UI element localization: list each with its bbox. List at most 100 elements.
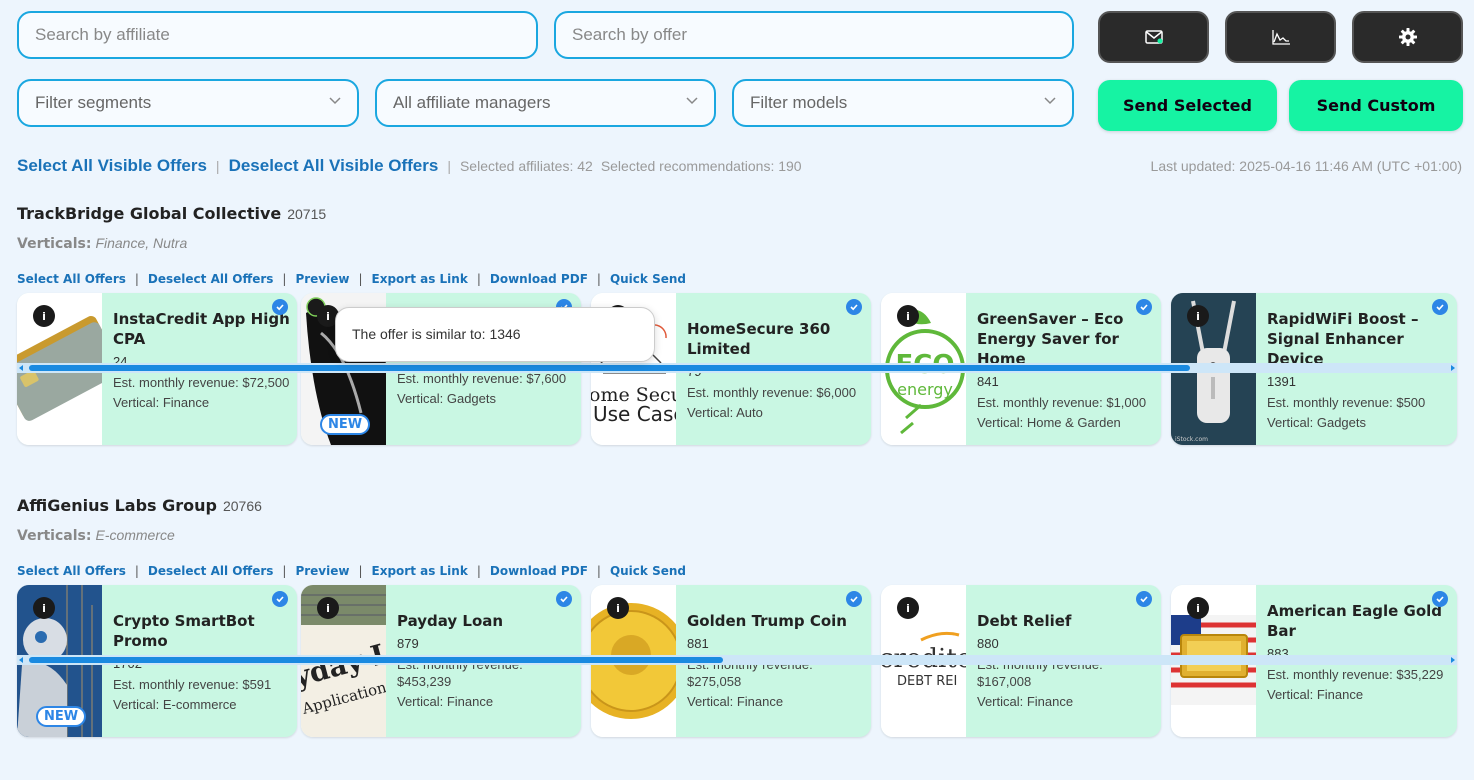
affiliate-verticals: Verticals: Finance, Nutra: [17, 235, 187, 252]
affiliate-id: 20715: [287, 206, 327, 222]
offer-title: Payday Loan: [397, 612, 504, 630]
email-button[interactable]: [1098, 11, 1209, 63]
affiliate-name: AffiGenius Labs Group 20766: [17, 496, 1457, 515]
divider: |: [282, 564, 287, 578]
divider: |: [215, 158, 220, 174]
verticals-value: E-commerce: [95, 527, 175, 543]
offer-checkbox[interactable]: [846, 299, 862, 315]
select-all-offers-link[interactable]: Select All Offers: [17, 564, 126, 578]
settings-button[interactable]: [1352, 11, 1463, 63]
offer-title: RapidWiFi Boost – Signal Enhancer Device: [1267, 310, 1419, 368]
filter-segments-select[interactable]: Filter segments: [17, 79, 359, 127]
quick-send-link[interactable]: Quick Send: [610, 564, 686, 578]
select-all-offers-link[interactable]: Select All Offers: [17, 272, 126, 286]
offer-id: 1391: [1267, 374, 1296, 389]
info-icon[interactable]: i: [33, 305, 55, 327]
affiliate-section: TrackBridge Global Collective 20715 Vertic…: [17, 204, 1457, 476]
carousel-scrollbar[interactable]: [17, 363, 1457, 373]
export-link[interactable]: Export as Link: [372, 564, 468, 578]
download-pdf-link[interactable]: Download PDF: [490, 272, 588, 286]
affiliate-name: TrackBridge Global Collective 20715: [17, 204, 1457, 223]
divider: |: [476, 272, 481, 286]
divider: |: [447, 158, 451, 174]
scrollbar-thumb[interactable]: [29, 657, 723, 663]
select-all-visible-link[interactable]: Select All Visible Offers: [17, 156, 207, 176]
info-icon[interactable]: i: [1187, 597, 1209, 619]
verticals-label: Verticals:: [17, 528, 92, 544]
offer-checkbox[interactable]: [272, 591, 288, 607]
offer-revenue: Est. monthly revenue: $6,000: [687, 385, 857, 400]
scrollbar-thumb[interactable]: [29, 365, 1190, 371]
search-offer-input[interactable]: [554, 11, 1074, 59]
chevron-down-icon: [686, 97, 698, 105]
svg-text:energy: energy: [897, 380, 953, 399]
info-icon[interactable]: i: [897, 597, 919, 619]
offer-id: 879: [397, 636, 419, 651]
offer-vertical: Vertical: Gadgets: [1267, 415, 1366, 430]
offer-title: American Eagle Gold Bar: [1267, 602, 1443, 640]
selected-affiliates-count: Selected affiliates: 42: [459, 158, 593, 174]
offer-checkbox[interactable]: [1432, 591, 1448, 607]
affiliate-name-text: AffiGenius Labs Group: [17, 496, 217, 515]
offer-vertical: Vertical: Auto: [687, 405, 763, 420]
deselect-all-offers-link[interactable]: Deselect All Offers: [148, 272, 273, 286]
download-pdf-link[interactable]: Download PDF: [490, 564, 588, 578]
selected-recommendations-count: Selected recommendations: 190: [600, 158, 802, 174]
offer-checkbox[interactable]: [272, 299, 288, 315]
info-icon[interactable]: i: [1187, 305, 1209, 327]
offer-revenue: Est. monthly revenue: $500: [1267, 395, 1426, 410]
filter-models-label: Filter models: [750, 93, 848, 112]
offer-vertical: Vertical: E-commerce: [113, 697, 237, 712]
affiliate-section: AffiGenius Labs Group 20766 Verticals: E-co…: [17, 496, 1457, 768]
offer-checkbox[interactable]: [1136, 591, 1152, 607]
divider: |: [358, 564, 363, 578]
carousel-scrollbar[interactable]: [17, 655, 1457, 665]
filter-segments-label: Filter segments: [35, 93, 152, 112]
send-selected-button[interactable]: Send Selected: [1098, 80, 1277, 131]
deselect-all-offers-link[interactable]: Deselect All Offers: [148, 564, 273, 578]
gear-icon: [1398, 28, 1417, 46]
offer-title: GreenSaver – Eco Energy Saver for Home: [977, 310, 1124, 368]
preview-link[interactable]: Preview: [295, 564, 349, 578]
chevron-down-icon: [1044, 97, 1056, 105]
offer-checkbox[interactable]: [556, 591, 572, 607]
scroll-right-icon[interactable]: [1451, 365, 1455, 371]
scroll-left-icon[interactable]: [19, 365, 23, 371]
send-custom-button[interactable]: Send Custom: [1289, 80, 1463, 131]
verticals-value: Finance, Nutra: [95, 235, 188, 251]
info-icon[interactable]: i: [317, 597, 339, 619]
info-icon[interactable]: i: [33, 597, 55, 619]
divider: |: [134, 564, 139, 578]
affiliate-actions: Select All Offers | Deselect All Offers | …: [17, 272, 686, 286]
export-link[interactable]: Export as Link: [372, 272, 468, 286]
offer-title: HomeSecure 360 Limited: [687, 320, 831, 358]
quick-send-link[interactable]: Quick Send: [610, 272, 686, 286]
preview-link[interactable]: Preview: [295, 272, 349, 286]
affiliate-name-text: TrackBridge Global Collective: [17, 204, 282, 223]
check-icon: [276, 596, 284, 603]
check-icon: [1140, 304, 1148, 311]
search-affiliate-input[interactable]: [17, 11, 538, 59]
offer-checkbox[interactable]: [846, 591, 862, 607]
offer-checkbox[interactable]: [1432, 299, 1448, 315]
check-icon: [276, 304, 284, 311]
last-updated: Last updated: 2025-04-16 11:46 AM (UTC +…: [1150, 158, 1462, 174]
chart-button[interactable]: [1225, 11, 1336, 63]
affiliate-managers-select[interactable]: All affiliate managers: [375, 79, 716, 127]
deselect-all-visible-link[interactable]: Deselect All Visible Offers: [229, 156, 439, 176]
divider: |: [596, 564, 601, 578]
filter-models-select[interactable]: Filter models: [732, 79, 1074, 127]
check-icon: [1436, 304, 1444, 311]
offer-vertical: Vertical: Finance: [687, 694, 784, 709]
svg-text:iStock.com: iStock.com: [1175, 436, 1208, 443]
offer-title: Golden Trump Coin: [687, 612, 847, 630]
info-icon[interactable]: i: [897, 305, 919, 327]
offer-vertical: Vertical: Gadgets: [397, 391, 496, 406]
scroll-right-icon[interactable]: [1451, 657, 1455, 663]
offer-body: InstaCredit App High CPA 24 Est. monthly…: [113, 309, 293, 410]
offer-checkbox[interactable]: [1136, 299, 1152, 315]
info-icon[interactable]: i: [607, 597, 629, 619]
new-badge: NEW: [36, 706, 87, 727]
scroll-left-icon[interactable]: [19, 657, 23, 663]
check-icon: [1140, 596, 1148, 603]
